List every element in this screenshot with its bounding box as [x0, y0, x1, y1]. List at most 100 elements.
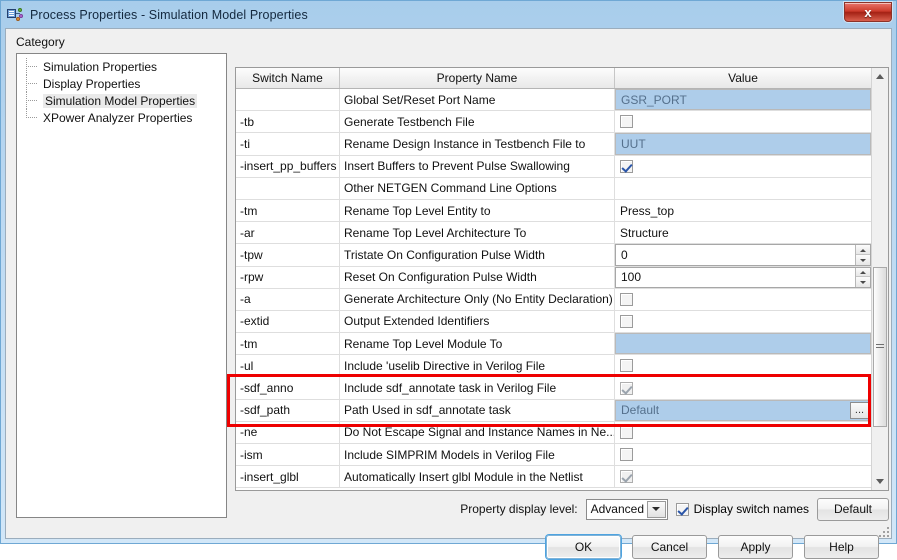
table-row[interactable]: -sdf_anno Include sdf_annotate task in V… [236, 377, 871, 400]
chevron-down-icon[interactable] [646, 500, 666, 518]
cell-value[interactable] [615, 311, 871, 332]
reset-pulse-width-value[interactable]: 100 [616, 270, 855, 284]
cell-property: Output Extended Identifiers [340, 310, 615, 333]
reset-pulse-width-stepper[interactable]: 100 [615, 266, 871, 288]
stepper-up-icon[interactable] [856, 245, 870, 255]
display-switch-names-checkbox[interactable] [675, 502, 689, 516]
cell-property: Insert Buffers to Prevent Pulse Swallowi… [340, 155, 615, 177]
table-row[interactable]: -ne Do Not Escape Signal and Instance Na… [236, 421, 871, 444]
cell-value[interactable]: GSR_PORT [615, 89, 871, 111]
cell-value[interactable]: UUT [615, 133, 871, 155]
cell-value[interactable] [615, 355, 871, 376]
table-row[interactable]: Global Set/Reset Port Name GSR_PORT [236, 89, 871, 112]
table-row[interactable]: -insert_pp_buffers Insert Buffers to Pre… [236, 155, 871, 178]
cell-value[interactable] [615, 111, 871, 132]
cell-value[interactable]: Press_top [615, 200, 871, 221]
sidebar-item-simulation-model-properties[interactable]: Simulation Model Properties [17, 92, 226, 109]
close-icon[interactable]: x [844, 2, 892, 22]
property-grid[interactable]: Switch Name Property Name Value Global S… [235, 67, 889, 491]
scrollbar-thumb[interactable] [873, 267, 887, 427]
cell-property: Rename Top Level Module To [340, 333, 615, 355]
table-row[interactable]: -rpw Reset On Configuration Pulse Width … [236, 266, 871, 289]
scroll-up-icon[interactable] [872, 68, 888, 85]
ok-button[interactable]: OK [546, 535, 621, 559]
cancel-button[interactable]: Cancel [632, 535, 707, 559]
apply-button[interactable]: Apply [718, 535, 793, 559]
simprim-models-checkbox[interactable] [620, 448, 633, 462]
table-row[interactable]: -tm Rename Top Level Module To [236, 333, 871, 356]
table-row[interactable]: -ar Rename Top Level Architecture To Str… [236, 222, 871, 245]
cell-value[interactable] [615, 178, 871, 199]
table-row[interactable]: -extid Output Extended Identifiers [236, 310, 871, 334]
help-button[interactable]: Help [804, 535, 879, 559]
sidebar-item-xpower-analyzer-properties[interactable]: XPower Analyzer Properties [17, 109, 226, 126]
stepper-down-icon[interactable] [856, 277, 870, 287]
cell-switch: -insert_glbl [236, 466, 340, 488]
sdf-path-browse-button[interactable]: ... [850, 401, 869, 419]
stepper-buttons[interactable] [855, 245, 870, 265]
column-header-switch-name[interactable]: Switch Name [236, 68, 340, 88]
scrollbar-track[interactable] [872, 85, 888, 473]
property-display-level-select[interactable]: Advanced [585, 498, 668, 520]
table-row[interactable]: -tb Generate Testbench File [236, 111, 871, 134]
default-button[interactable]: Default [817, 497, 889, 521]
cell-value[interactable] [615, 466, 871, 487]
column-header-value[interactable]: Value [615, 68, 871, 88]
cell-value[interactable] [615, 377, 871, 398]
design-instance-input[interactable]: UUT [615, 133, 871, 155]
table-row[interactable]: -tm Rename Top Level Entity to Press_top [236, 199, 871, 223]
table-row[interactable]: -ti Rename Design Instance in Testbench … [236, 133, 871, 156]
table-row[interactable]: -a Generate Architecture Only (No Entity… [236, 288, 871, 311]
extended-identifiers-checkbox[interactable] [620, 314, 633, 328]
tristate-pulse-width-stepper[interactable]: 0 [615, 244, 871, 266]
cell-value[interactable]: 100 [615, 266, 871, 288]
process-properties-icon [7, 7, 25, 23]
cell-switch: -ar [236, 222, 340, 244]
cell-property: Rename Design Instance in Testbench File… [340, 133, 615, 155]
vertical-scrollbar[interactable] [871, 68, 888, 490]
cell-value[interactable] [615, 289, 871, 310]
table-row[interactable]: -ism Include SIMPRIM Models in Verilog F… [236, 444, 871, 467]
category-tree[interactable]: Simulation Properties Display Properties… [16, 53, 227, 518]
table-row[interactable]: -sdf_path Path Used in sdf_annotate task… [236, 399, 871, 422]
do-not-escape-names-checkbox[interactable] [620, 425, 633, 439]
resize-grip-icon[interactable] [877, 525, 889, 537]
cell-value[interactable]: Default ... [615, 399, 871, 421]
top-level-module-input[interactable] [615, 333, 871, 355]
cell-value[interactable] [615, 422, 871, 443]
gsr-port-input[interactable]: GSR_PORT [615, 89, 871, 111]
sidebar-item-simulation-properties[interactable]: Simulation Properties [17, 58, 226, 75]
tristate-pulse-width-value[interactable]: 0 [616, 248, 855, 262]
table-row[interactable]: -ul Include 'uselib Directive in Verilog… [236, 355, 871, 378]
tree-connector-icon [26, 109, 41, 126]
stepper-buttons[interactable] [855, 267, 870, 287]
cell-property: Rename Top Level Entity to [340, 199, 615, 222]
cell-property: Rename Top Level Architecture To [340, 222, 615, 244]
tree-connector-icon [26, 92, 41, 109]
column-header-property-name[interactable]: Property Name [340, 68, 615, 88]
cell-value[interactable]: Structure [615, 222, 871, 243]
uselib-directive-checkbox[interactable] [620, 359, 633, 373]
cell-value[interactable]: 0 [615, 244, 871, 266]
table-row[interactable]: Other NETGEN Command Line Options [236, 177, 871, 200]
architecture-only-checkbox[interactable] [620, 292, 633, 306]
cell-value[interactable] [615, 444, 871, 465]
display-switch-names-group[interactable]: Display switch names [675, 502, 809, 516]
cell-property: Do Not Escape Signal and Instance Names … [340, 421, 615, 443]
sidebar-item-display-properties[interactable]: Display Properties [17, 75, 226, 92]
generate-testbench-checkbox[interactable] [620, 115, 633, 129]
sdf-annotate-checkbox[interactable] [620, 381, 633, 395]
table-row[interactable]: -tpw Tristate On Configuration Pulse Wid… [236, 244, 871, 267]
insert-pp-buffers-checkbox[interactable] [620, 159, 633, 173]
cell-value[interactable] [615, 333, 871, 355]
sdf-path-input[interactable]: Default [615, 399, 871, 421]
cell-property: Global Set/Reset Port Name [340, 89, 615, 111]
cell-switch: -rpw [236, 266, 340, 288]
insert-glbl-checkbox[interactable] [620, 470, 633, 484]
table-row[interactable]: -insert_glbl Automatically Insert glbl M… [236, 466, 871, 489]
title-bar: Process Properties - Simulation Model Pr… [1, 1, 896, 28]
stepper-down-icon[interactable] [856, 254, 870, 265]
cell-value[interactable] [615, 156, 871, 177]
scroll-down-icon[interactable] [872, 473, 888, 490]
stepper-up-icon[interactable] [856, 267, 870, 278]
